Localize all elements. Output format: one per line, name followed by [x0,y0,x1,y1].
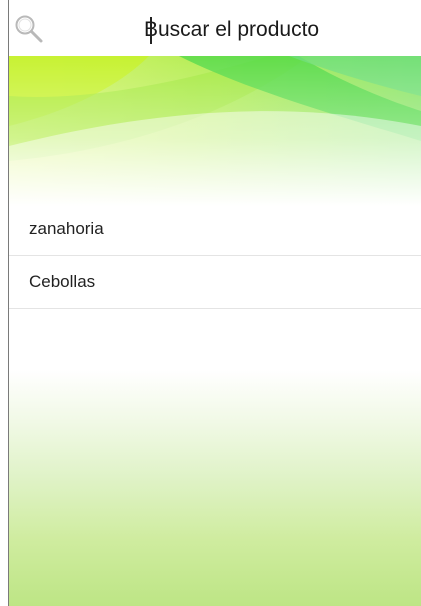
results-list: zanahoria Cebollas [9,203,421,309]
background-gradient [9,370,421,606]
search-screen: zanahoria Cebollas [0,0,421,606]
list-item[interactable]: Cebollas [9,256,421,309]
list-item[interactable]: zanahoria [9,203,421,256]
header-banner [9,56,421,206]
text-caret [150,17,152,44]
search-bar [9,0,421,56]
search-icon[interactable] [11,11,47,47]
search-input[interactable] [140,10,414,50]
left-divider [8,0,9,606]
